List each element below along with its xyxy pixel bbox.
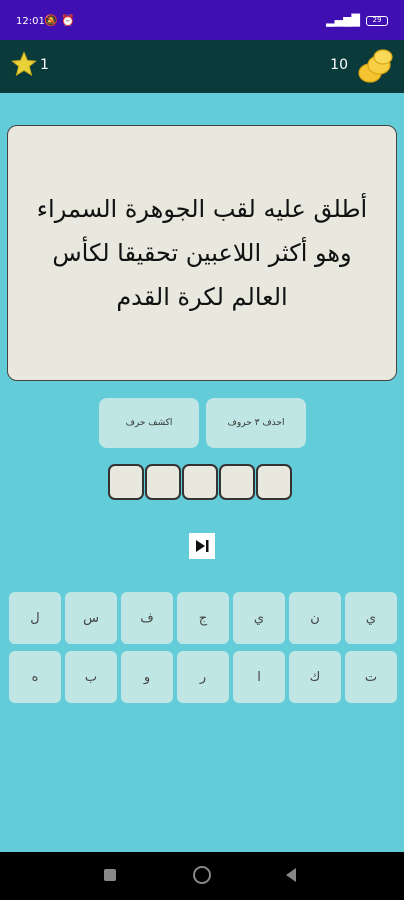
keyboard-key[interactable]: ي <box>345 592 397 644</box>
answer-slot[interactable] <box>256 464 292 500</box>
keyboard-key[interactable]: ي <box>233 592 285 644</box>
home-icon[interactable] <box>193 866 211 884</box>
keyboard-key[interactable]: ن <box>289 592 341 644</box>
keyboard-key[interactable]: و <box>121 651 173 703</box>
keyboard-key[interactable]: ر <box>177 651 229 703</box>
keyboard-key[interactable]: ا <box>233 651 285 703</box>
question-card: أطلق عليه لقب الجوهرة السمراء وهو أكثر ا… <box>7 125 397 381</box>
status-right: ▂▄▆█ 29 <box>326 14 388 27</box>
keyboard-key[interactable]: ك <box>289 651 341 703</box>
skip-icon <box>196 540 209 552</box>
remove-letters-button[interactable]: احذف ٣ حروف <box>206 398 306 448</box>
top-bar: 1 10 <box>0 40 404 93</box>
keyboard-key[interactable]: ل <box>9 592 61 644</box>
skip-button[interactable] <box>189 533 215 559</box>
coins-icon[interactable] <box>354 46 396 88</box>
keyboard-key[interactable]: ه <box>9 651 61 703</box>
status-time: 12:01 <box>16 16 45 27</box>
notification-icons: 🔕 ⏰ <box>44 14 75 27</box>
system-nav-bar <box>0 852 404 900</box>
keyboard-key[interactable]: ف <box>121 592 173 644</box>
battery-icon: 29 <box>366 15 388 26</box>
answer-slot[interactable] <box>219 464 255 500</box>
answer-slot[interactable] <box>182 464 218 500</box>
reveal-letter-button[interactable]: اكشف حرف <box>99 398 199 448</box>
coin-count: 10 <box>330 57 348 73</box>
answer-slot[interactable] <box>108 464 144 500</box>
keyboard-key[interactable]: ب <box>65 651 117 703</box>
question-text: أطلق عليه لقب الجوهرة السمراء وهو أكثر ا… <box>36 195 368 311</box>
recents-icon[interactable] <box>104 869 116 881</box>
status-bar: 12:01 🔕 ⏰ ▂▄▆█ 29 <box>0 0 404 40</box>
answer-slot[interactable] <box>145 464 181 500</box>
signal-icon: ▂▄▆█ <box>326 14 360 27</box>
back-icon[interactable] <box>286 868 296 882</box>
star-count: 1 <box>40 57 49 73</box>
keyboard-key[interactable]: س <box>65 592 117 644</box>
star-icon <box>11 51 37 77</box>
keyboard-key[interactable]: ج <box>177 592 229 644</box>
keyboard-key[interactable]: ت <box>345 651 397 703</box>
